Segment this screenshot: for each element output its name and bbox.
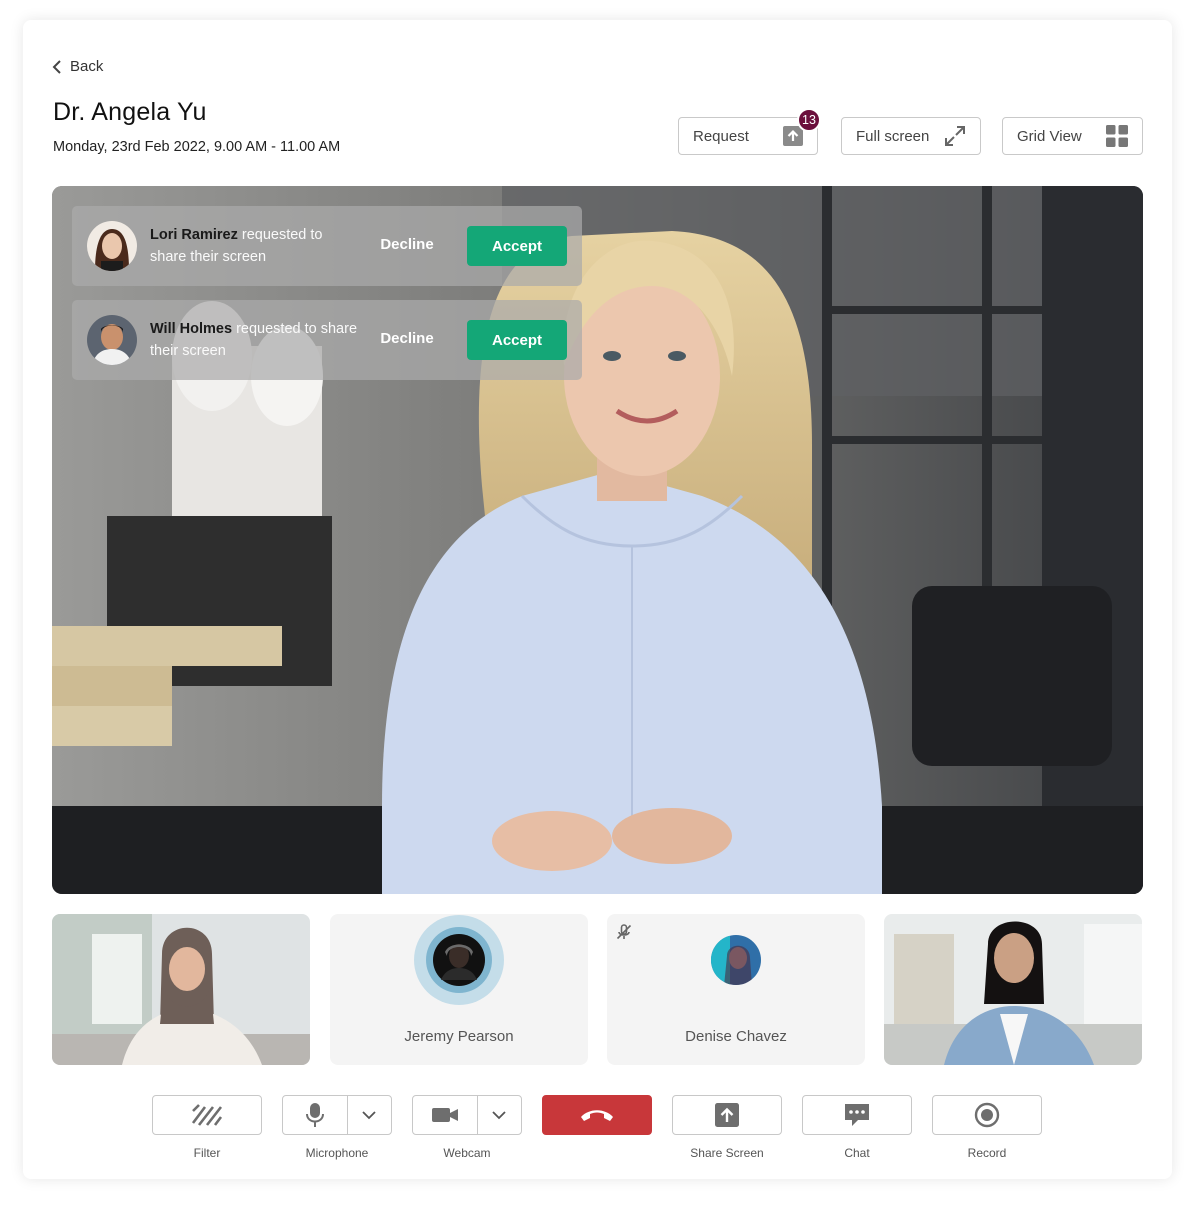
speaker-video-image — [52, 186, 1143, 894]
back-link[interactable]: Back — [52, 58, 103, 75]
request-count-badge: 13 — [797, 108, 821, 132]
end-call-button[interactable] — [542, 1095, 652, 1135]
avatar — [87, 315, 137, 365]
record-label: Record — [967, 1146, 1007, 1160]
share-screen-label: Share Screen — [690, 1146, 764, 1160]
request-button[interactable]: Request 13 — [678, 108, 821, 155]
avatar — [87, 221, 137, 271]
webcam-icon — [431, 1108, 458, 1122]
chevron-down-icon — [492, 1111, 507, 1120]
main-video — [52, 186, 1143, 894]
filter-label: Filter — [193, 1146, 221, 1160]
back-label: Back — [70, 58, 104, 75]
participant-video-image — [884, 914, 1142, 1065]
microphone-icon — [305, 1103, 324, 1127]
upload-icon — [783, 126, 803, 146]
record-button[interactable] — [932, 1095, 1042, 1135]
chevron-down-icon — [362, 1111, 377, 1120]
meeting-time: Monday, 23rd Feb 2022, 9.00 AM - 11.00 A… — [53, 139, 341, 155]
microphone-button[interactable] — [283, 1096, 348, 1134]
chat-button[interactable] — [802, 1095, 912, 1135]
avatar — [711, 935, 761, 985]
request-text: Will Holmes requested to share their scr… — [150, 318, 360, 362]
accept-button[interactable]: Accept — [467, 226, 567, 266]
participant-video-image — [52, 914, 310, 1065]
filter-button[interactable] — [152, 1095, 262, 1135]
webcam-dropdown[interactable] — [478, 1096, 521, 1134]
fullscreen-button[interactable]: Full screen — [841, 117, 981, 155]
gridview-button[interactable]: Grid View — [1002, 117, 1143, 155]
microphone-label: Microphone — [305, 1146, 369, 1160]
expand-icon — [945, 126, 965, 146]
share-screen-icon — [715, 1103, 739, 1127]
microphone-control — [282, 1095, 392, 1135]
record-icon — [974, 1102, 1000, 1128]
participant-name: Jeremy Pearson — [404, 1028, 514, 1045]
participant-name: Denise Chavez — [685, 1028, 787, 1045]
decline-button[interactable]: Decline — [372, 236, 442, 253]
participant-tile[interactable]: Jeremy Pearson — [330, 914, 588, 1065]
chevron-left-icon — [52, 59, 61, 74]
share-screen-button[interactable] — [672, 1095, 782, 1135]
requester-name: Lori Ramirez — [150, 227, 238, 243]
accept-button[interactable]: Accept — [467, 320, 567, 360]
webcam-button[interactable] — [413, 1096, 478, 1134]
participant-tile[interactable] — [52, 914, 310, 1065]
filter-icon — [191, 1104, 223, 1126]
webcam-control — [412, 1095, 522, 1135]
hang-up-icon — [581, 1110, 613, 1121]
chat-icon — [845, 1104, 869, 1126]
request-text: Lori Ramirez requested to share their sc… — [150, 224, 360, 268]
participant-tile[interactable] — [884, 914, 1142, 1065]
decline-button[interactable]: Decline — [372, 330, 442, 347]
request-label: Request — [693, 127, 749, 145]
mic-muted-icon — [616, 924, 632, 940]
grid-icon — [1106, 125, 1128, 147]
webcam-label: Webcam — [443, 1146, 491, 1160]
chat-label: Chat — [844, 1146, 870, 1160]
fullscreen-label: Full screen — [856, 127, 930, 145]
gridview-label: Grid View — [1017, 127, 1082, 145]
microphone-dropdown[interactable] — [348, 1096, 391, 1134]
screen-share-request: Lori Ramirez requested to share their sc… — [72, 206, 582, 286]
participant-tile[interactable]: Denise Chavez — [607, 914, 865, 1065]
page-title: Dr. Angela Yu — [53, 98, 207, 126]
requester-name: Will Holmes — [150, 321, 233, 337]
screen-share-request: Will Holmes requested to share their scr… — [72, 300, 582, 380]
speaking-avatar — [414, 915, 504, 1005]
